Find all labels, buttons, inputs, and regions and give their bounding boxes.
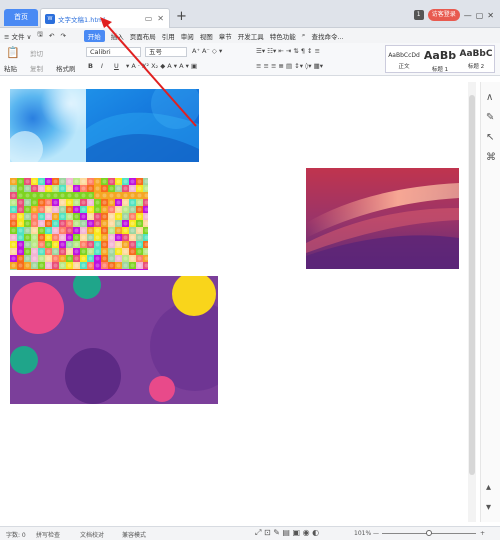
blue-blur-graphic	[10, 89, 86, 162]
align-icons[interactable]: ≡ ≡ ≡ ≣ ▤ ↕▾ ◊▾ ▦▾	[256, 62, 323, 70]
style-normal-preview: AaBbCcDd	[388, 52, 420, 59]
chevron-up-icon[interactable]: ∧	[486, 92, 493, 103]
blue-waves-graphic	[86, 89, 199, 162]
file-menu[interactable]: ≡ 文件 ∨	[4, 31, 31, 41]
purple-circles-graphic	[10, 276, 218, 404]
status-bar: 字数: 0 拼写检查 文档校对 兼容模式 ⤢ ⊡ ✎ ▤ ▣ ◉ ◐ 101% …	[0, 526, 500, 540]
doc-compare-button[interactable]: 文档校对	[80, 530, 104, 539]
ribbon: 📋 粘贴 剪切 复制 格式刷 Calibri 五号 A⁺ A⁻ ◇ ▾ B I …	[0, 43, 500, 76]
menu-item-reference[interactable]: 引用	[162, 31, 175, 41]
window-controls: 1 访客登录 — ▢ ✕	[413, 9, 494, 21]
pen-icon[interactable]: ✎	[486, 112, 494, 123]
purple-circles-image[interactable]	[10, 276, 218, 404]
restore-icon[interactable]: ▭	[145, 14, 153, 23]
view-mode-icons[interactable]: ⤢ ⊡ ✎ ▤ ▣ ◉ ◐	[255, 528, 319, 538]
save-icon[interactable]: 🖫	[37, 30, 43, 41]
font-size-select[interactable]: 五号	[145, 47, 187, 57]
style-gallery: AaBbCcDd 正文 AaBb 标题 1 AaBbC 标题 2	[385, 45, 495, 73]
scroll-up-icon[interactable]: ▴	[486, 482, 491, 493]
colorful-blocks-image[interactable]	[10, 178, 148, 270]
word-count: 字数: 0	[6, 532, 26, 539]
paste-icon[interactable]: 📋	[6, 46, 20, 59]
menu-item-insert[interactable]: 插入	[111, 31, 124, 41]
style-heading-1-preview: AaBb	[423, 49, 457, 62]
maximize-icon[interactable]: ▢	[476, 11, 484, 20]
paste-button[interactable]: 粘贴	[4, 63, 17, 73]
menu-item-view[interactable]: 视图	[200, 31, 213, 41]
italic-button[interactable]: I	[101, 62, 103, 70]
blue-blur-image[interactable]	[10, 89, 86, 162]
compat-mode: 兼容模式	[122, 532, 147, 539]
link-icon[interactable]: ⌘	[486, 152, 496, 163]
zoom-slider-thumb[interactable]	[426, 530, 432, 536]
cut-button[interactable]: 剪切	[30, 48, 43, 58]
search-icon[interactable]: ⌕	[302, 31, 306, 40]
font-grow-icon[interactable]: A⁺ A⁻ ◇ ▾	[192, 47, 222, 55]
tab-bar: 首页 W 文字文稿1.html ▭ ✕ + 1 访客登录 — ▢ ✕	[0, 0, 500, 28]
close-tab-icon[interactable]: ✕	[157, 14, 164, 23]
spell-check-button[interactable]: 拼写检查	[36, 530, 60, 539]
menu-item-page-layout[interactable]: 页面布局	[130, 31, 156, 41]
style-heading-2[interactable]: AaBbC 标题 2	[458, 46, 494, 72]
minimize-icon[interactable]: —	[464, 11, 472, 20]
word-doc-icon: W	[45, 13, 55, 24]
style-heading-1[interactable]: AaBb 标题 1	[422, 46, 458, 73]
cursor-icon[interactable]: ↖	[486, 132, 494, 143]
list-icons[interactable]: ☰▾ ☷▾ ⇤ ⇥ ⇅ ¶ ↕ ≡	[256, 47, 320, 55]
scroll-down-icon[interactable]: ▾	[486, 502, 491, 513]
document-tab[interactable]: W 文字文稿1.html ▭ ✕	[40, 8, 170, 28]
font-name-select[interactable]: Calibri	[86, 47, 141, 57]
style-heading-2-label: 标题 2	[467, 64, 485, 70]
redo-icon[interactable]: ↷	[60, 32, 65, 40]
menu-bar: ≡ 文件 ∨ 🖫 ↶ ↷ 开始 插入 页面布局 引用 审阅 视图 章节 开发工具…	[0, 28, 500, 43]
copy-button[interactable]: 复制	[30, 63, 43, 73]
undo-icon[interactable]: ↶	[49, 32, 54, 40]
format-painter-button[interactable]: 格式刷	[56, 63, 76, 73]
menu-item-features[interactable]: 特色功能	[270, 31, 296, 41]
zoom-out-icon[interactable]: —	[373, 530, 379, 537]
new-tab-button[interactable]: +	[176, 9, 187, 24]
menu-item-start[interactable]: 开始	[83, 29, 105, 42]
close-window-icon[interactable]: ✕	[487, 11, 494, 20]
zoom-in-icon[interactable]: +	[480, 530, 485, 537]
bold-button[interactable]: B	[88, 62, 93, 70]
pink-waves-graphic	[306, 168, 459, 269]
font-effects-icons[interactable]: ▾ A · X² X₂ ◆ A ▾ A ▾ ▣	[126, 62, 197, 70]
scrollbar-thumb[interactable]	[469, 95, 475, 475]
login-button[interactable]: 访客登录	[427, 9, 460, 21]
blue-waves-image[interactable]	[86, 89, 199, 162]
style-heading-1-label: 标题 1	[431, 67, 449, 73]
zoom-level: 101%	[354, 530, 372, 537]
style-normal[interactable]: AaBbCcDd 正文	[386, 46, 422, 72]
menu-item-review[interactable]: 审阅	[181, 31, 194, 41]
right-tool-panel: ∧ ✎ ↖ ⌘ ▴ ▾	[480, 82, 500, 522]
document-tab-title: 文字文稿1.html	[58, 15, 106, 24]
underline-button[interactable]: U	[114, 62, 119, 70]
style-normal-label: 正文	[398, 64, 410, 70]
search-command[interactable]: 查找命令...	[311, 31, 343, 41]
colorful-blocks-graphic	[10, 178, 148, 270]
pink-waves-image[interactable]	[306, 168, 459, 269]
style-heading-2-preview: AaBbC	[459, 49, 493, 59]
notification-badge[interactable]: 1	[413, 10, 424, 20]
home-tab[interactable]: 首页	[4, 9, 38, 26]
menu-item-section[interactable]: 章节	[219, 31, 232, 41]
menu-item-developer[interactable]: 开发工具	[238, 31, 264, 41]
